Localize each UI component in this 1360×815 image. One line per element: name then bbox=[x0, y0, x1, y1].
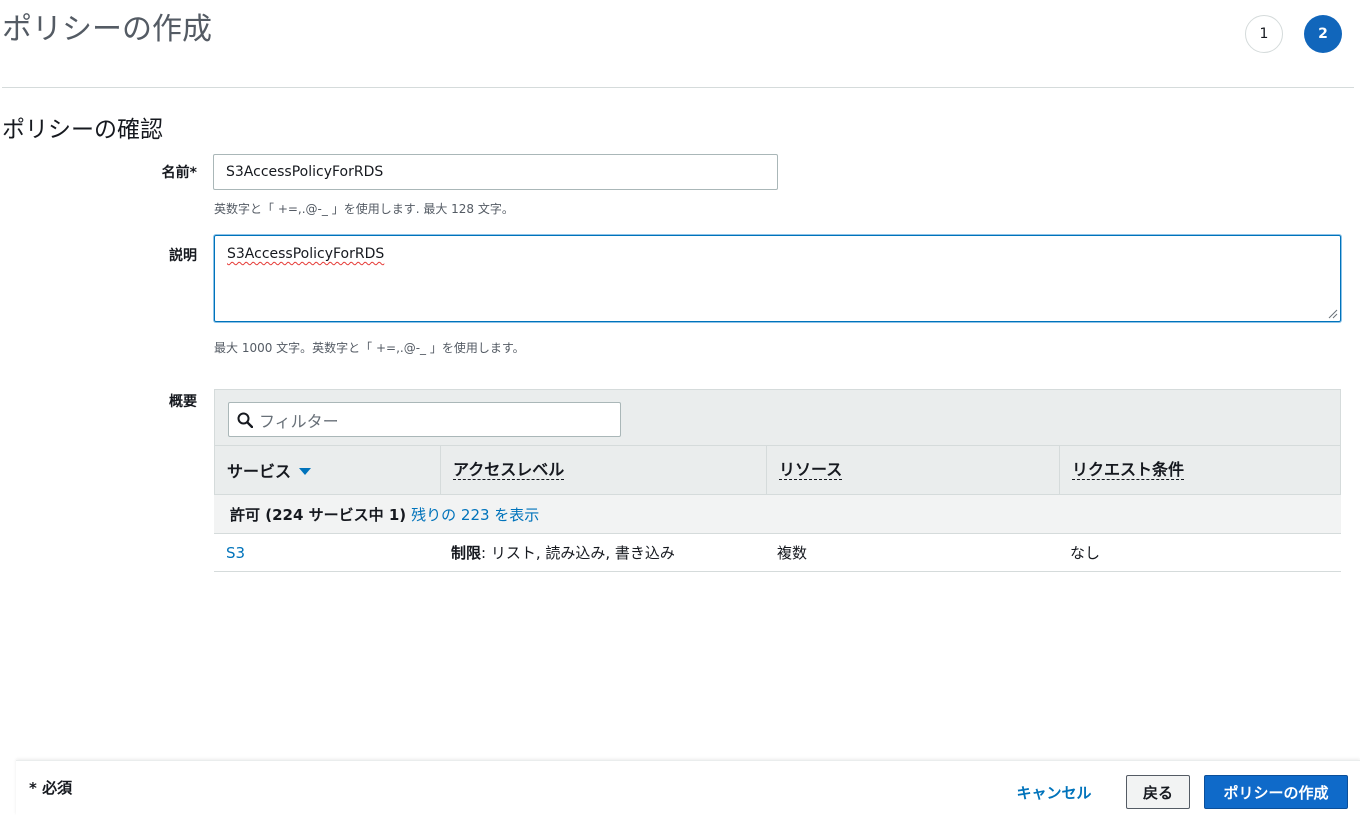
section-title: ポリシーの確認 bbox=[2, 117, 163, 143]
column-header-request-condition[interactable]: リクエスト条件 bbox=[1059, 446, 1341, 494]
description-hint: 最大 1000 文字。英数字と「 +=,.@-_ 」を使用します。 bbox=[214, 341, 525, 355]
filter-placeholder: フィルター bbox=[259, 411, 339, 431]
resize-handle-icon[interactable] bbox=[1328, 309, 1338, 319]
wizard-step-2-active: 2 bbox=[1304, 15, 1342, 53]
summary-label: 概要 bbox=[169, 394, 197, 410]
footer-bar: * 必須 キャンセル 戻る ポリシーの作成 bbox=[16, 760, 1360, 815]
name-input[interactable]: S3AccessPolicyForRDS bbox=[213, 154, 778, 190]
summary-table: フィルター サービス アクセスレベル リソース リクエスト条件 許可 (224 … bbox=[214, 389, 1341, 572]
sort-descending-icon bbox=[299, 467, 312, 475]
description-textarea[interactable]: S3AccessPolicyForRDS bbox=[214, 235, 1341, 322]
show-remaining-link[interactable]: 残りの 223 を表示 bbox=[411, 504, 539, 525]
column-header-resource-label: リソース bbox=[779, 459, 843, 480]
table-toolbar: フィルター bbox=[214, 389, 1341, 446]
table-header: サービス アクセスレベル リソース リクエスト条件 bbox=[214, 446, 1341, 495]
name-hint: 英数字と「 +=,.@-_ 」を使用します. 最大 128 文字。 bbox=[214, 202, 514, 216]
column-header-request-condition-label: リクエスト条件 bbox=[1072, 459, 1185, 480]
search-icon bbox=[237, 412, 253, 428]
back-button[interactable]: 戻る bbox=[1126, 775, 1190, 809]
table-group-row: 許可 (224 サービス中 1) 残りの 223 を表示 bbox=[214, 495, 1341, 534]
access-level-detail: : リスト, 読み込み, 書き込み bbox=[481, 544, 675, 562]
filter-input[interactable]: フィルター bbox=[228, 402, 621, 437]
column-header-access-level[interactable]: アクセスレベル bbox=[440, 446, 766, 494]
access-level-strong: 制限 bbox=[451, 544, 482, 562]
name-label: 名前* bbox=[161, 165, 197, 181]
create-policy-button[interactable]: ポリシーの作成 bbox=[1204, 775, 1348, 809]
column-header-access-level-label: アクセスレベル bbox=[453, 459, 565, 480]
wizard-step-1[interactable]: 1 bbox=[1245, 15, 1283, 53]
column-header-resource[interactable]: リソース bbox=[766, 446, 1059, 494]
table-row: S3 制限 : リスト, 読み込み, 書き込み 複数 なし bbox=[214, 534, 1341, 572]
condition-cell: なし bbox=[1070, 544, 1101, 562]
column-header-service[interactable]: サービス bbox=[215, 446, 440, 494]
header-divider bbox=[2, 87, 1354, 88]
page-title: ポリシーの作成 bbox=[2, 12, 212, 47]
description-text: S3AccessPolicyForRDS bbox=[227, 246, 385, 262]
required-note: * 必須 bbox=[29, 779, 73, 797]
service-link-s3[interactable]: S3 bbox=[226, 544, 245, 562]
access-level-cell: 制限 : リスト, 読み込み, 書き込み bbox=[451, 534, 675, 571]
cancel-button[interactable]: キャンセル bbox=[1008, 775, 1100, 809]
column-header-service-label: サービス bbox=[227, 462, 292, 481]
resource-cell: 複数 bbox=[777, 544, 808, 562]
group-allow-label: 許可 (224 サービス中 1) bbox=[230, 505, 407, 524]
description-label: 説明 bbox=[169, 248, 197, 264]
